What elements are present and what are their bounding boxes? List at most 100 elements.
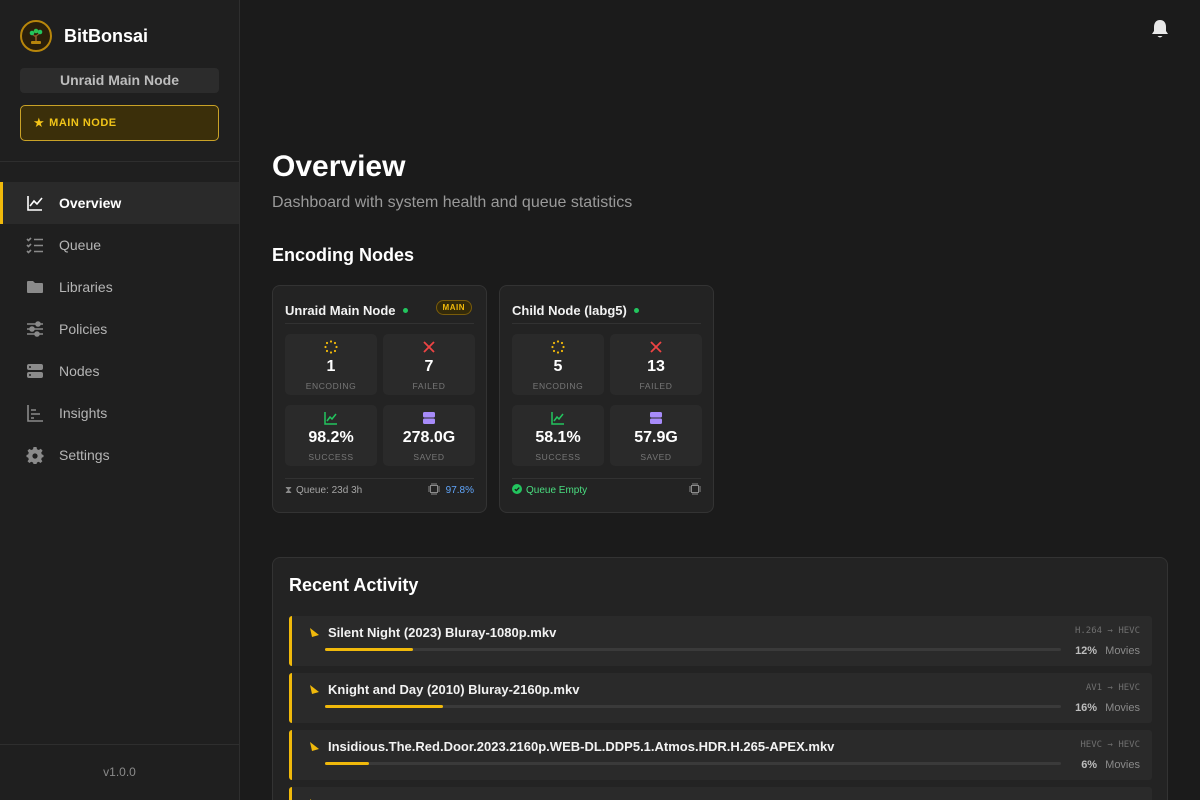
stat-failed: 7 FAILED (383, 334, 475, 395)
job-meta: 12% Movies (1075, 645, 1140, 657)
stat-saved: 57.9G SAVED (610, 405, 702, 466)
page-title: Overview (272, 150, 406, 183)
sidebar-item-queue[interactable]: Queue (0, 224, 239, 266)
stat-value: 1 (326, 358, 336, 375)
stat-label: FAILED (412, 381, 446, 391)
stat-encoding: 1 ENCODING (285, 334, 377, 395)
job-codec: HEVC → HEVC (1080, 740, 1140, 750)
job-library: Movies (1105, 702, 1140, 714)
node-selector[interactable]: Unraid Main Node (20, 68, 219, 93)
sidebar-nav: Overview Queue Libraries Policies Nodes (0, 182, 239, 476)
node-name: Child Node (labg5) (512, 303, 627, 318)
node-card-footer: Queue Empty (512, 478, 701, 502)
encoding-arrow-icon (308, 683, 320, 701)
sidebar-item-label: Libraries (59, 279, 113, 295)
app-version: v1.0.0 (103, 765, 136, 779)
job-meta: 16% Movies (1075, 702, 1140, 714)
page-subtitle: Dashboard with system health and queue s… (272, 194, 633, 211)
node-card-main[interactable]: Unraid Main Node MAIN 1 ENCODING 7 FAILE… (272, 285, 487, 513)
stat-saved: 278.0G SAVED (383, 405, 475, 466)
stat-failed: 13 FAILED (610, 334, 702, 395)
job-codec: AV1 → HEVC (1085, 683, 1140, 693)
spinner-icon (512, 340, 604, 354)
sidebar: BitBonsai Unraid Main Node ★ MAIN NODE O… (0, 0, 240, 800)
stat-label: SAVED (640, 452, 672, 462)
stat-label: ENCODING (305, 381, 357, 391)
folder-icon (26, 278, 44, 296)
cpu-usage: 97.8% (445, 485, 474, 496)
storage-icon (383, 411, 475, 425)
node-name: Unraid Main Node (285, 303, 396, 318)
trend-icon (285, 411, 377, 425)
brand[interactable]: BitBonsai (20, 20, 148, 52)
job-library: Movies (1105, 759, 1140, 771)
job-progress-track (325, 648, 1061, 651)
stat-value: 7 (424, 358, 434, 375)
sidebar-item-settings[interactable]: Settings (0, 434, 239, 476)
node-card-child[interactable]: Child Node (labg5) 5 ENCODING 13 FAILED … (499, 285, 714, 513)
stat-value: 98.2% (308, 429, 354, 446)
sidebar-item-label: Settings (59, 447, 110, 463)
sidebar-item-label: Policies (59, 321, 108, 337)
sidebar-item-overview[interactable]: Overview (0, 182, 239, 224)
bell-icon[interactable] (1149, 18, 1171, 40)
stat-label: SUCCESS (308, 452, 354, 462)
sidebar-item-label: Insights (59, 405, 108, 421)
activity-row[interactable]: Knight and Day (2010) Bluray-2160p.mkv A… (289, 673, 1152, 723)
activity-row[interactable]: Silent Night (2023) Bluray-1080p.mkv H.2… (289, 616, 1152, 666)
sidebar-footer-divider (0, 744, 239, 745)
sidebar-item-label: Overview (59, 195, 122, 211)
node-card-header: Child Node (labg5) (512, 298, 701, 324)
stat-label: SUCCESS (535, 452, 581, 462)
sidebar-item-label: Nodes (59, 363, 100, 379)
hourglass-icon: ⧗ (285, 485, 293, 496)
stat-value: 278.0G (402, 429, 456, 446)
job-progress-percent: 12% (1075, 645, 1098, 657)
check-circle-icon (512, 484, 522, 497)
recent-activity-title: Recent Activity (289, 575, 419, 595)
server-icon (26, 362, 44, 380)
job-progress-track (325, 762, 1061, 765)
main-node-badge: ★ MAIN NODE (20, 105, 219, 141)
stat-success: 58.1% SUCCESS (512, 405, 604, 466)
activity-row-partial[interactable] (289, 787, 1152, 800)
job-meta: 6% Movies (1081, 759, 1140, 771)
cpu-icon (427, 483, 440, 498)
sliders-icon (26, 320, 44, 338)
job-progress-track (325, 705, 1061, 708)
job-file-name: Silent Night (2023) Bluray-1080p.mkv (328, 625, 557, 640)
storage-icon (610, 411, 702, 425)
recent-activity-panel: Recent Activity Silent Night (2023) Blur… (272, 557, 1168, 800)
encoding-nodes-title: Encoding Nodes (272, 245, 415, 265)
x-icon (383, 340, 475, 354)
gear-icon (26, 446, 44, 464)
job-progress-percent: 16% (1075, 702, 1098, 714)
queue-eta: Queue: 23d 3h (296, 485, 363, 496)
bar-chart-icon (26, 404, 44, 422)
activity-row[interactable]: Insidious.The.Red.Door.2023.2160p.WEB-DL… (289, 730, 1152, 780)
sidebar-item-insights[interactable]: Insights (0, 392, 239, 434)
x-icon (610, 340, 702, 354)
job-file-name: Insidious.The.Red.Door.2023.2160p.WEB-DL… (328, 739, 835, 754)
job-progress-percent: 6% (1081, 759, 1098, 771)
stat-value: 13 (647, 358, 665, 375)
encoding-arrow-icon (308, 740, 320, 758)
job-progress-fill (325, 705, 443, 708)
stat-encoding: 5 ENCODING (512, 334, 604, 395)
sidebar-item-policies[interactable]: Policies (0, 308, 239, 350)
node-card-header: Unraid Main Node MAIN (285, 298, 474, 324)
online-status-dot (402, 308, 408, 313)
sidebar-item-libraries[interactable]: Libraries (0, 266, 239, 308)
sidebar-item-nodes[interactable]: Nodes (0, 350, 239, 392)
stat-label: ENCODING (532, 381, 584, 391)
queue-status: Queue Empty (526, 485, 588, 496)
trend-icon (512, 411, 604, 425)
job-library: Movies (1105, 645, 1140, 657)
chart-line-icon (26, 194, 44, 212)
bonsai-logo-icon (20, 20, 52, 52)
cpu-icon (689, 483, 701, 498)
sidebar-item-label: Queue (59, 237, 102, 253)
list-check-icon (26, 236, 44, 254)
stat-label: FAILED (639, 381, 673, 391)
spinner-icon (285, 340, 377, 354)
